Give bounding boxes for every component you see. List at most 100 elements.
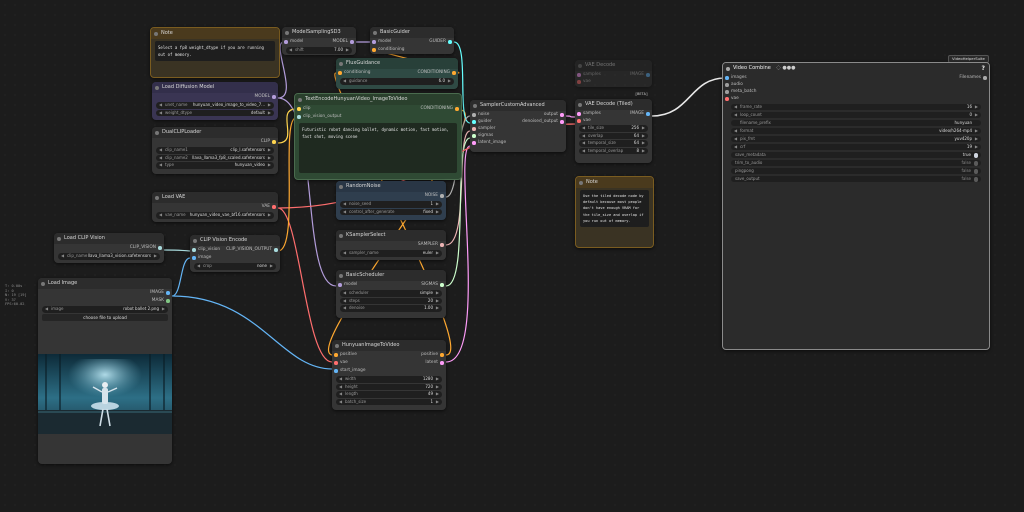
output-image[interactable]: IMAGE [38,289,172,297]
collapse-dot-icon[interactable] [41,281,45,286]
next-arrow-icon[interactable]: ▶ [268,212,271,219]
collapse-dot-icon[interactable] [339,61,343,66]
filename-prefix-field[interactable]: filename_prefix hunyuan [731,120,981,126]
input-guider[interactable]: guider [470,118,492,125]
collapse-dot-icon[interactable] [726,66,730,71]
increment-arrow-icon[interactable]: ▶ [642,133,645,140]
next-arrow-icon[interactable]: ▶ [436,250,439,257]
input-noise[interactable]: noise [470,111,489,118]
output-positive[interactable]: positive [421,351,446,359]
loop-count-widget[interactable]: ◀ loop_count 0 ▶ [731,112,981,118]
decrement-arrow-icon[interactable]: ◀ [343,298,346,305]
collapse-dot-icon[interactable] [298,97,302,102]
width-widget[interactable]: ◀ width 1280 ▶ [336,376,442,383]
help-icon[interactable]: ? [982,63,985,74]
clip-vision-encode-node[interactable]: CLIP Vision Encode clip_vision CLIP_VISI… [190,235,280,272]
ksampler-select-node[interactable]: KSamplerSelect SAMPLER ◀ sampler_name eule… [336,230,446,260]
tile-size-widget[interactable]: ◀ tile_size 256 ▶ [579,125,648,132]
collapse-dot-icon[interactable] [285,30,289,35]
increment-arrow-icon[interactable]: ▶ [642,148,645,155]
denoise-widget[interactable]: ◀ denoise 1.00 ▶ [340,305,442,312]
output-image[interactable]: IMAGE [630,110,652,117]
decrement-arrow-icon[interactable]: ◀ [734,112,737,118]
model-sampling-sd3-node[interactable]: ModelSamplingSD3 model MODEL ◀ shift 7.00 ▶ [282,27,356,55]
guidance-widget[interactable]: ◀ guidance 6.0 ▶ [340,78,454,85]
prev-arrow-icon[interactable]: ◀ [197,263,200,270]
shift-widget[interactable]: ◀ shift 7.00 ▶ [286,47,352,54]
prev-arrow-icon[interactable]: ◀ [159,155,162,162]
input-conditioning[interactable]: conditioning [336,69,371,77]
decrement-arrow-icon[interactable]: ◀ [343,201,346,208]
output-clip[interactable]: CLIP [152,138,278,146]
decrement-arrow-icon[interactable]: ◀ [289,47,292,54]
collapse-dot-icon[interactable] [579,180,583,185]
random-noise-node[interactable]: RandomNoise NOISE ◀ noise_seed 1 ▶ ◀ control… [336,181,446,220]
unet-name-combo[interactable]: ◀ unet_name hunyuan_video_image_to_video_7… [156,102,274,109]
frame-rate-widget[interactable]: ◀ frame_rate 16 ▶ [731,104,981,110]
load-image-node[interactable]: Load Image IMAGE MASK ◀ image robot ballet… [38,278,172,464]
prev-arrow-icon[interactable]: ◀ [61,253,64,260]
vae-decode-tiled-node[interactable]: VAE Decode (Tiled) samples IMAGE vae ◀ ti… [575,99,652,163]
crop-combo[interactable]: ◀ crop none ▶ [194,263,276,270]
basic-guider-node[interactable]: BasicGuider model GUIDER conditioning [370,27,454,54]
collapse-dot-icon[interactable] [578,102,582,107]
output-output[interactable]: output [544,111,566,118]
video-combine-node[interactable]: Video Combine ◌ ●●● ? images Filenames a… [722,62,990,350]
basic-scheduler-node[interactable]: BasicScheduler model SIGMAS ◀ scheduler si… [336,270,446,318]
next-arrow-icon[interactable]: ▶ [268,102,271,109]
output-denoised[interactable]: denoised_output [522,118,566,125]
next-arrow-icon[interactable]: ▶ [268,155,271,162]
decrement-arrow-icon[interactable]: ◀ [582,133,585,140]
collapse-dot-icon[interactable] [578,63,582,68]
next-arrow-icon[interactable]: ▶ [162,306,165,313]
prev-arrow-icon[interactable]: ◀ [45,306,48,313]
increment-arrow-icon[interactable]: ▶ [436,391,439,398]
load-diffusion-model-node[interactable]: Load Diffusion Model MODEL ◀ unet_name hun… [152,82,278,120]
increment-arrow-icon[interactable]: ▶ [436,298,439,305]
output-mask[interactable]: MASK [38,297,172,305]
output-sigmas[interactable]: SIGMAS [421,281,446,289]
vae-decode-node[interactable]: VAE Decode samples IMAGE vae [575,60,652,87]
toggle-off-icon[interactable] [973,169,978,174]
output-guider[interactable]: GUIDER [429,38,454,46]
output-clip-vision[interactable]: CLIP_VISION [54,244,164,252]
toggle-off-icon[interactable] [973,161,978,166]
decrement-arrow-icon[interactable]: ◀ [582,140,585,147]
next-arrow-icon[interactable]: ▶ [975,136,978,142]
collapse-dot-icon[interactable] [373,30,377,35]
prev-arrow-icon[interactable]: ◀ [159,110,162,117]
input-clip-vision[interactable]: clip_vision [190,246,220,254]
output-model[interactable]: MODEL [152,93,278,101]
output-conditioning[interactable]: CONDITIONING [421,105,461,113]
decrement-arrow-icon[interactable]: ◀ [343,78,346,85]
collapse-dot-icon[interactable] [335,343,339,348]
input-vae[interactable]: vae [723,95,989,102]
prev-arrow-icon[interactable]: ◀ [734,136,737,142]
scheduler-combo[interactable]: ◀ scheduler simple ▶ [340,290,442,297]
decrement-arrow-icon[interactable]: ◀ [339,384,342,391]
crf-widget[interactable]: ◀ crf 19 ▶ [731,144,981,150]
input-model[interactable]: model [370,38,391,46]
next-arrow-icon[interactable]: ▶ [268,110,271,117]
prev-arrow-icon[interactable]: ◀ [159,102,162,109]
next-arrow-icon[interactable]: ▶ [154,253,157,260]
pix-fmt-combo[interactable]: ◀ pix_fmt yuv420p ▶ [731,136,981,142]
clip-name1-combo[interactable]: ◀ clip_name1 clip_l.safetensors ▶ [156,147,274,154]
input-image[interactable]: image [190,254,280,262]
dual-clip-loader-node[interactable]: DualCLIPLoader CLIP ◀ clip_name1 clip_l.sa… [152,127,278,174]
temporal-overlap-widget[interactable]: ◀ temporal_overlap 8 ▶ [579,147,648,155]
increment-arrow-icon[interactable]: ▶ [642,125,645,132]
collapse-dot-icon[interactable] [155,130,159,135]
decrement-arrow-icon[interactable]: ◀ [339,399,342,406]
collapse-dot-icon[interactable] [339,184,343,189]
decrement-arrow-icon[interactable]: ◀ [343,305,346,312]
input-model[interactable]: model [336,281,357,289]
height-widget[interactable]: ◀ height 720 ▶ [336,383,442,391]
prev-arrow-icon[interactable]: ◀ [734,128,737,134]
load-clip-vision-node[interactable]: Load CLIP Vision CLIP_VISION ◀ clip_name l… [54,233,164,263]
increment-arrow-icon[interactable]: ▶ [436,376,439,383]
decrement-arrow-icon[interactable]: ◀ [734,144,737,150]
next-arrow-icon[interactable]: ▶ [975,128,978,134]
increment-arrow-icon[interactable]: ▶ [436,384,439,391]
control-after-generate-combo[interactable]: ◀ control_after_generate fixed ▶ [340,208,442,215]
